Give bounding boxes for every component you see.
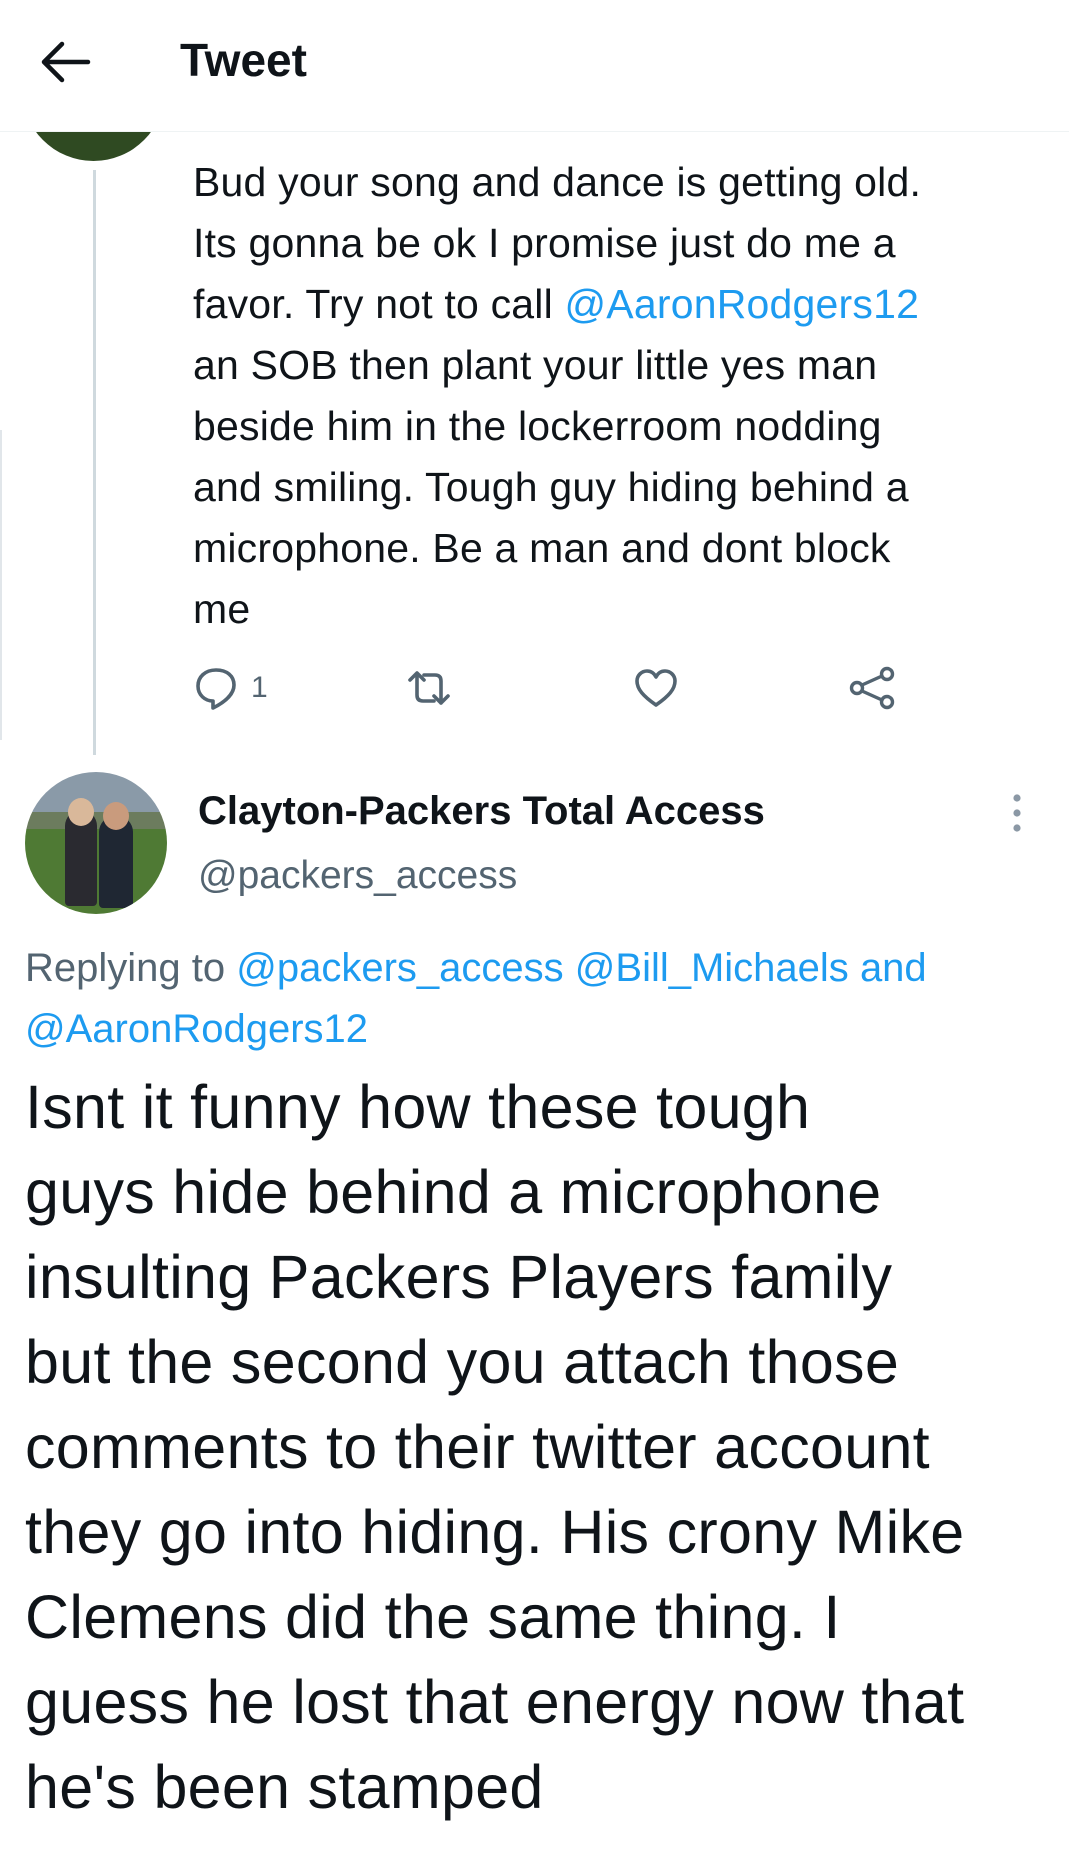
mention-link[interactable]: @AaronRodgers12 (25, 1007, 368, 1051)
tweet-text: Isnt it funny how these tough guys hide … (25, 1073, 965, 1821)
retweet-icon (408, 671, 450, 705)
tweet-text-part: an SOB then plant your little yes man be… (193, 342, 909, 632)
thread-line (93, 170, 96, 755)
more-icon (1013, 794, 1021, 832)
like-icon (635, 669, 677, 707)
retweet-button[interactable] (406, 660, 452, 716)
avatar[interactable] (25, 772, 167, 914)
mention-link[interactable]: @AaronRodgers12 (564, 281, 919, 327)
reply-count: 1 (251, 671, 268, 704)
share-icon (849, 666, 895, 710)
tweet-actions: 1 (193, 660, 1013, 716)
like-button[interactable] (633, 660, 679, 716)
avatar-figure (68, 798, 94, 826)
tweet-text: Bud your song and dance is getting old. … (193, 152, 1013, 640)
top-bar: Tweet (0, 0, 1069, 132)
back-button[interactable] (38, 35, 92, 89)
back-arrow-icon (41, 41, 91, 83)
reply-button[interactable]: 1 (193, 660, 268, 716)
replying-to-label: Replying to (25, 946, 226, 990)
display-name[interactable]: Clayton-Packers Total Access (198, 782, 765, 840)
reply-icon (196, 668, 236, 710)
mention-link[interactable]: @packers_access (236, 946, 563, 990)
mention-link[interactable]: @Bill_Michaels (575, 946, 849, 990)
edge-divider (0, 430, 2, 740)
more-button[interactable] (1000, 790, 1034, 836)
user-handle[interactable]: @packers_access (198, 848, 517, 904)
page-title: Tweet (180, 34, 307, 86)
avatar-figure (103, 802, 129, 830)
share-button[interactable] (849, 660, 895, 716)
replying-and: and (859, 946, 927, 990)
replying-to: Replying to @packers_access @Bill_Michae… (25, 938, 1045, 1060)
